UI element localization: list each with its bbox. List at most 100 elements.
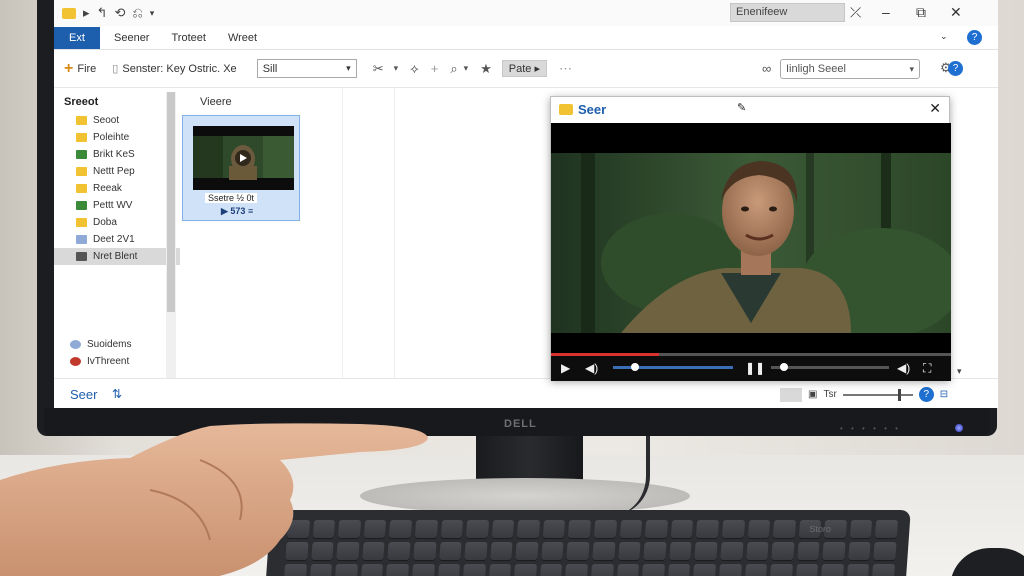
- folder-icon: [62, 7, 76, 19]
- qa-icon-2[interactable]: ↰: [97, 5, 108, 21]
- maximize-button[interactable]: ⧉: [916, 4, 926, 21]
- keyboard-key: [465, 520, 489, 538]
- video-file-tile[interactable]: Ssetre ½ 0t ▶ 573 ≡: [182, 115, 300, 221]
- video-frame[interactable]: [551, 123, 951, 353]
- nav-item[interactable]: Nret Blent: [54, 248, 180, 265]
- keyboard-key: [745, 542, 769, 560]
- folder-icon: [76, 218, 87, 227]
- seek-slider-handle[interactable]: [780, 363, 789, 371]
- tab-2[interactable]: Troteet: [171, 32, 205, 44]
- paste-button[interactable]: Pate ▸: [501, 60, 547, 77]
- drive-icon: [70, 357, 81, 366]
- search-input[interactable]: Iinligh Seeel ▾: [780, 59, 920, 79]
- zoom-slider[interactable]: [842, 388, 913, 401]
- fullscreen-icon[interactable]: ⛶: [923, 361, 931, 376]
- tab-3[interactable]: Wreet: [228, 32, 257, 44]
- chevron-down-icon[interactable]: ▾: [394, 63, 399, 74]
- details-view-button[interactable]: [780, 387, 802, 402]
- qa-icon-3[interactable]: ⟲: [114, 5, 125, 21]
- nav-item-label: Seoot: [93, 115, 120, 126]
- minimize-button[interactable]: –: [882, 4, 890, 20]
- screen: ▸ ↰ ⟲ ⎌ ▾ Enenifeew ⤫ – ⧉ ✕ Ext Seener T…: [54, 0, 998, 408]
- share-icon[interactable]: ⟡: [410, 61, 419, 77]
- nav-item-label: IvThreent: [87, 356, 130, 367]
- tab-file[interactable]: Ext: [54, 26, 100, 49]
- nav-item-label: Brikt KeS: [93, 149, 135, 160]
- column-header[interactable]: Vieere: [200, 96, 232, 108]
- tiles-view-icon[interactable]: ▣: [808, 389, 817, 400]
- status-right-label: Tsr: [823, 389, 837, 400]
- progress-bar[interactable]: [551, 353, 951, 356]
- new-button[interactable]: + Fire: [64, 60, 96, 78]
- quick-access-toolbar: ▸ ↰ ⟲ ⎌ ▾: [54, 5, 154, 21]
- view-combo[interactable]: Sill ▾: [256, 59, 357, 78]
- keyboard-key: [464, 542, 488, 560]
- window-title: Enenifeew: [730, 3, 845, 22]
- pause-icon[interactable]: ❚❚: [745, 361, 765, 375]
- volume-slider[interactable]: [613, 363, 733, 371]
- video-file-meta: ▶ 573 ≡: [221, 206, 254, 216]
- keyboard-key: [593, 520, 617, 538]
- seek-slider[interactable]: [771, 363, 889, 371]
- nav-header[interactable]: Sreeot: [54, 88, 180, 108]
- ribbon-collapse-icon[interactable]: ⌄: [940, 31, 948, 42]
- nav-item[interactable]: Deet 2V1: [54, 231, 180, 248]
- help-icon[interactable]: ?: [967, 30, 982, 45]
- keyboard-key: [720, 542, 744, 560]
- keyboard-key: [872, 564, 896, 576]
- progress-fill: [551, 353, 659, 356]
- keyboard-key: [566, 542, 590, 560]
- help-icon[interactable]: ?: [948, 61, 963, 76]
- scroll-down-icon[interactable]: ▾: [957, 366, 962, 377]
- more-icon[interactable]: ⋯: [559, 61, 572, 77]
- nav-item[interactable]: Brikt KeS: [54, 146, 180, 163]
- keyboard-key: [721, 520, 745, 538]
- nav-item-label: Deet 2V1: [93, 234, 135, 245]
- keyboard-key: [769, 564, 793, 576]
- grid-view-icon[interactable]: ⊟: [940, 389, 948, 400]
- chevron-down-icon[interactable]: ▾: [464, 63, 469, 74]
- keyboard-key: [667, 564, 691, 576]
- pin-icon[interactable]: ⤫: [850, 4, 861, 21]
- pin-icon[interactable]: ✎: [737, 101, 746, 114]
- zoom-icon[interactable]: ⌕: [450, 61, 457, 77]
- zoom-slider-handle[interactable]: [897, 388, 901, 401]
- qa-icon-1[interactable]: ▸: [83, 5, 90, 21]
- nav-item[interactable]: Seoot: [54, 112, 180, 129]
- chevron-down-icon[interactable]: ▾: [150, 8, 155, 19]
- help-icon[interactable]: ?: [918, 387, 934, 402]
- path-item[interactable]: ▯ Senster: Key Ostric. Xe: [112, 62, 236, 76]
- nav-item-label: Poleihte: [93, 132, 130, 143]
- star-icon[interactable]: ★: [480, 61, 492, 77]
- nav-item[interactable]: Doba: [54, 214, 180, 231]
- search-value: Iinligh Seeel: [786, 63, 846, 75]
- close-button[interactable]: ✕: [950, 4, 962, 21]
- nav-item[interactable]: Nettt Pep: [54, 163, 180, 180]
- keyboard-key: [515, 542, 539, 560]
- nav-scrollbar[interactable]: [166, 92, 176, 382]
- play-icon[interactable]: ▶: [561, 361, 570, 375]
- keyboard-key: [873, 542, 897, 560]
- nav-item[interactable]: Suoidems: [54, 336, 166, 353]
- volume-slider-handle[interactable]: [631, 363, 639, 371]
- nav-item[interactable]: Poleihte: [54, 129, 180, 146]
- tab-1[interactable]: Seener: [114, 32, 149, 44]
- sort-icon[interactable]: ⇅: [112, 387, 122, 401]
- folder-icon: [76, 116, 87, 125]
- folder-icon: [76, 252, 87, 261]
- nav-item[interactable]: Reeak: [54, 180, 180, 197]
- speaker-icon[interactable]: ◀): [897, 361, 910, 375]
- add-icon[interactable]: +: [431, 61, 439, 76]
- nav-item[interactable]: IvThreent: [54, 353, 166, 370]
- infinity-icon[interactable]: ∞: [762, 61, 771, 76]
- cut-icon[interactable]: ✂: [373, 61, 384, 77]
- nav-item[interactable]: Pettt WV: [54, 197, 180, 214]
- close-button[interactable]: ✕: [929, 100, 941, 117]
- volume-icon[interactable]: ◀): [585, 361, 598, 375]
- keyboard-key: [670, 520, 694, 538]
- nav-scroll-thumb[interactable]: [167, 92, 175, 312]
- qa-icon-4[interactable]: ⎌: [132, 5, 142, 21]
- status-left-label: Seer: [70, 387, 98, 402]
- view-combo-value: Sill: [262, 62, 278, 75]
- ribbon-tabs: Ext Seener Troteet Wreet ⌄: [54, 26, 998, 50]
